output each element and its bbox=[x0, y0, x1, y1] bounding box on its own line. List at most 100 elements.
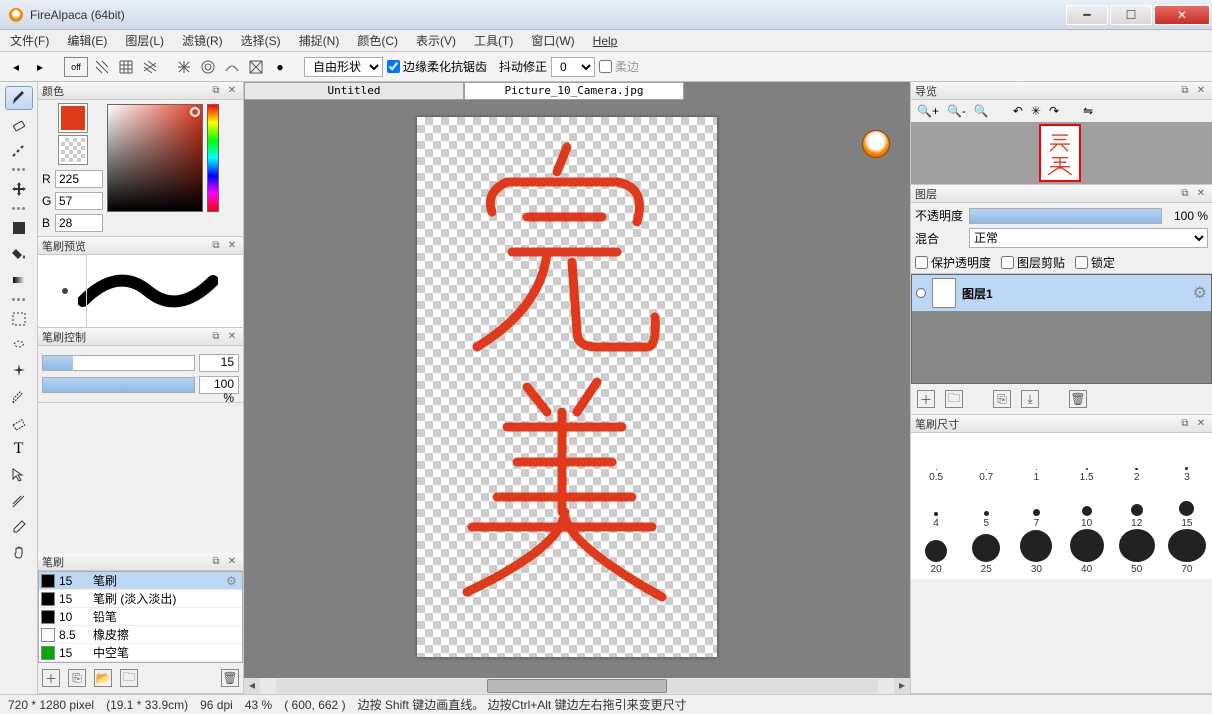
menu-color[interactable]: 颜色(C) bbox=[357, 32, 398, 49]
brush-tool[interactable] bbox=[5, 86, 33, 110]
text-tool[interactable]: T bbox=[5, 437, 33, 461]
brush-size-cell[interactable]: 50 bbox=[1112, 529, 1162, 575]
zoom-out-icon[interactable]: 🔍- bbox=[947, 104, 966, 118]
rotate-reset-icon[interactable]: ✳ bbox=[1031, 104, 1041, 118]
snap-circle-icon[interactable] bbox=[198, 57, 218, 77]
jitter-select[interactable]: 0 bbox=[551, 57, 595, 77]
close-icon[interactable]: ✕ bbox=[225, 555, 239, 569]
snap-vanish-icon[interactable] bbox=[246, 57, 266, 77]
brush-size-cell[interactable]: 15 bbox=[1162, 483, 1212, 529]
close-icon[interactable]: ✕ bbox=[1194, 84, 1208, 98]
minimize-button[interactable]: ━ bbox=[1066, 5, 1108, 25]
new-layer-icon[interactable]: ＋ bbox=[917, 390, 935, 408]
color-picker[interactable] bbox=[107, 104, 203, 212]
dotpen-tool[interactable] bbox=[5, 138, 33, 162]
brush-size-cell[interactable]: 30 bbox=[1011, 529, 1061, 575]
selectpen-tool[interactable] bbox=[5, 385, 33, 409]
menu-help[interactable]: Help bbox=[593, 34, 618, 48]
brush-size-value[interactable]: 15 bbox=[199, 354, 239, 372]
brush-size-cell[interactable]: 10 bbox=[1062, 483, 1112, 529]
h-scrollbar[interactable]: ◂▸ bbox=[244, 678, 910, 694]
menu-file[interactable]: 文件(F) bbox=[10, 32, 49, 49]
snap-parallel-icon[interactable] bbox=[92, 57, 112, 77]
brush-item[interactable]: 10铅笔 bbox=[39, 608, 242, 626]
navigator-view[interactable] bbox=[911, 122, 1212, 184]
snap-radial-icon[interactable] bbox=[174, 57, 194, 77]
snap-point-icon[interactable]: ● bbox=[270, 57, 290, 77]
brush-size-cell[interactable]: 0.5 bbox=[911, 437, 961, 483]
float-icon[interactable]: ⧉ bbox=[209, 555, 223, 569]
zoom-fit-icon[interactable]: 🔍 bbox=[974, 104, 989, 118]
brush-size-cell[interactable]: 4 bbox=[911, 483, 961, 529]
operation-tool[interactable] bbox=[5, 463, 33, 487]
document-tab[interactable]: Untitled bbox=[244, 82, 464, 100]
brush-size-cell[interactable]: 3 bbox=[1162, 437, 1212, 483]
float-icon[interactable]: ⧉ bbox=[1178, 84, 1192, 98]
new-folder-icon[interactable]: 🗀 bbox=[945, 390, 963, 408]
brush-size-cell[interactable]: 7 bbox=[1011, 483, 1061, 529]
document-tab[interactable]: Picture_10_Camera.jpg bbox=[464, 82, 684, 100]
selecterase-tool[interactable] bbox=[5, 411, 33, 435]
float-icon[interactable]: ⧉ bbox=[209, 239, 223, 253]
protect-alpha-checkbox[interactable] bbox=[915, 256, 928, 269]
hand-tool[interactable] bbox=[5, 541, 33, 565]
arrow-right-icon[interactable]: ▸ bbox=[30, 57, 50, 77]
float-icon[interactable]: ⧉ bbox=[1178, 187, 1192, 201]
brush-opacity-value[interactable]: 100 % bbox=[199, 376, 239, 394]
mascot-icon[interactable] bbox=[862, 130, 890, 158]
menu-snap[interactable]: 捕捉(N) bbox=[299, 32, 340, 49]
merge-layer-icon[interactable]: ⤓ bbox=[1021, 390, 1039, 408]
clipping-checkbox[interactable] bbox=[1001, 256, 1014, 269]
brush-size-cell[interactable]: 2 bbox=[1112, 437, 1162, 483]
softedge-checkbox[interactable] bbox=[599, 60, 612, 73]
arrow-left-icon[interactable]: ◂ bbox=[6, 57, 26, 77]
background-color[interactable] bbox=[59, 136, 87, 164]
lock-checkbox[interactable] bbox=[1075, 256, 1088, 269]
layer-item[interactable]: 图层1 ⚙ bbox=[912, 275, 1211, 311]
brush-size-cell[interactable]: 20 bbox=[911, 529, 961, 575]
brush-item[interactable]: 8.5橡皮擦 bbox=[39, 626, 242, 644]
menu-select[interactable]: 选择(S) bbox=[241, 32, 281, 49]
delete-layer-icon[interactable]: 🗑 bbox=[1069, 390, 1087, 408]
brush-size-cell[interactable]: 1.5 bbox=[1062, 437, 1112, 483]
close-icon[interactable]: ✕ bbox=[1194, 417, 1208, 431]
canvas[interactable] bbox=[417, 117, 717, 657]
bucket-tool[interactable] bbox=[5, 242, 33, 266]
r-input[interactable] bbox=[55, 170, 103, 188]
snap-isometric-icon[interactable] bbox=[140, 57, 160, 77]
brush-size-slider[interactable] bbox=[42, 355, 195, 371]
brush-opacity-slider[interactable] bbox=[42, 377, 195, 393]
float-icon[interactable]: ⧉ bbox=[209, 330, 223, 344]
menu-layer[interactable]: 图层(L) bbox=[125, 32, 164, 49]
flip-icon[interactable]: ⇋ bbox=[1083, 104, 1093, 118]
wand-tool[interactable] bbox=[5, 359, 33, 383]
close-icon[interactable]: ✕ bbox=[1194, 187, 1208, 201]
open-brush-icon[interactable]: 📂 bbox=[94, 669, 112, 687]
menu-view[interactable]: 表示(V) bbox=[416, 32, 456, 49]
brush-size-cell[interactable]: 70 bbox=[1162, 529, 1212, 575]
brush-size-cell[interactable]: 5 bbox=[961, 483, 1011, 529]
b-input[interactable] bbox=[55, 214, 103, 232]
brush-size-cell[interactable]: 40 bbox=[1062, 529, 1112, 575]
snap-grid-icon[interactable] bbox=[116, 57, 136, 77]
menu-filter[interactable]: 滤镜(R) bbox=[182, 32, 223, 49]
close-button[interactable]: ✕ bbox=[1154, 5, 1210, 25]
antialias-checkbox[interactable] bbox=[387, 60, 400, 73]
shape-select[interactable]: 自由形状 bbox=[304, 57, 383, 77]
brush-size-cell[interactable]: 12 bbox=[1112, 483, 1162, 529]
select-rect-tool[interactable] bbox=[5, 307, 33, 331]
hue-slider[interactable] bbox=[207, 104, 219, 212]
move-tool[interactable] bbox=[5, 177, 33, 201]
gear-icon[interactable]: ⚙ bbox=[1193, 283, 1207, 303]
close-icon[interactable]: ✕ bbox=[225, 84, 239, 98]
menu-window[interactable]: 窗口(W) bbox=[531, 32, 574, 49]
fill-tool[interactable] bbox=[5, 216, 33, 240]
close-icon[interactable]: ✕ bbox=[225, 330, 239, 344]
gradient-tool[interactable] bbox=[5, 268, 33, 292]
brush-item[interactable]: 15中空笔 bbox=[39, 644, 242, 662]
rotate-right-icon[interactable]: ↷ bbox=[1049, 104, 1059, 118]
brush-item[interactable]: 15笔刷⚙ bbox=[39, 572, 242, 590]
folder-brush-icon[interactable]: 🗀 bbox=[120, 669, 138, 687]
divide-tool[interactable] bbox=[5, 489, 33, 513]
menu-edit[interactable]: 编辑(E) bbox=[67, 32, 107, 49]
